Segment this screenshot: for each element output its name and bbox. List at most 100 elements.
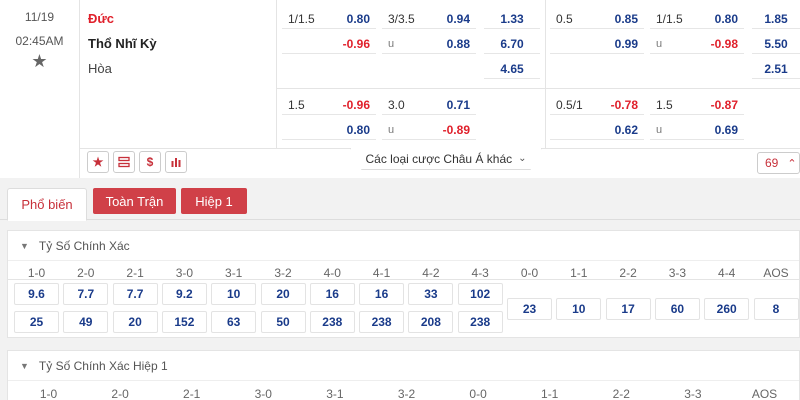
score-odd-button[interactable]: 102 <box>457 283 503 305</box>
market-tabs: Phổ biến Toàn Trận Hiệp 1 <box>0 178 800 221</box>
ou2-over-cell[interactable]: 3.0 0.71 <box>382 95 476 115</box>
score-odd-button[interactable]: 17 <box>605 298 651 320</box>
h1-x12-home-cell[interactable]: 1.85 <box>752 9 800 29</box>
list-icon[interactable] <box>113 151 135 173</box>
score-odd-button[interactable]: 23 <box>507 298 552 320</box>
match-time: 02:45AM <box>15 34 64 48</box>
h1-hcap2-home-odd: -0.78 <box>610 97 638 112</box>
x12-draw-cell[interactable]: 4.65 <box>484 59 540 79</box>
score-odd-button[interactable]: 7.7 <box>63 283 109 305</box>
h1-ou-under-odd: -0.98 <box>710 36 738 51</box>
tab-first-half[interactable]: Hiệp 1 <box>181 188 247 214</box>
hcap-away-cell[interactable]: -0.96 <box>282 34 376 54</box>
h1-hcap-away-odd: 0.99 <box>614 36 638 51</box>
ou2-under-cell[interactable]: u -0.89 <box>382 120 476 140</box>
score-header: 4-0 <box>323 266 341 280</box>
h1-ou2-over-cell[interactable]: 1.5 -0.87 <box>650 95 744 115</box>
score-odd-button[interactable]: 208 <box>408 311 454 333</box>
score-odd-button[interactable]: 60 <box>654 298 700 320</box>
score-odd-button[interactable]: 10 <box>211 283 257 305</box>
divider <box>276 0 277 148</box>
score-header: 2-2 <box>619 266 637 280</box>
h1-x12-away-cell[interactable]: 5.50 <box>752 34 800 54</box>
ou-under-cell[interactable]: u 0.88 <box>382 34 476 54</box>
score-header: 2-0 <box>111 387 129 400</box>
hcap2-away-cell[interactable]: 0.80 <box>282 120 376 140</box>
h1-ou2-under-odd: 0.69 <box>714 122 738 137</box>
score-header: 3-1 <box>225 266 243 280</box>
h1-ou-line: 1/1.5 <box>656 11 683 26</box>
score-odd-button[interactable]: 152 <box>161 311 207 333</box>
h1-hcap2-home-cell[interactable]: 0.5/1 -0.78 <box>550 95 644 115</box>
score-odd-button[interactable]: 16 <box>309 283 355 305</box>
score-header: AOS <box>751 387 778 400</box>
x12-draw-odd: 4.65 <box>500 61 524 76</box>
star-icon[interactable]: ★ <box>0 51 79 72</box>
score-header: 3-3 <box>668 266 687 280</box>
score-odd-button[interactable]: 63 <box>211 311 257 333</box>
h1-hcap2-away-cell[interactable]: 0.62 <box>550 120 644 140</box>
score-header: 3-0 <box>254 387 272 400</box>
score-odd-button[interactable]: 9.2 <box>161 283 207 305</box>
dollar-icon[interactable]: $ <box>139 151 161 173</box>
h1-ou2-line: 1.5 <box>656 97 673 112</box>
score-odd-button[interactable]: 16 <box>359 283 405 305</box>
h1-hcap-away-cell[interactable]: 0.99 <box>550 34 644 54</box>
hcap2-home-odd: -0.96 <box>342 97 370 112</box>
h1-x12-draw-odd: 2.51 <box>764 61 788 76</box>
score-odd-button[interactable]: 238 <box>359 311 405 333</box>
x12-home-cell[interactable]: 1.33 <box>484 9 540 29</box>
score-header: 0-0 <box>520 266 539 280</box>
correct-score-header[interactable]: ▼ Tỷ Số Chính Xác <box>8 231 799 261</box>
row-divider <box>276 88 800 89</box>
away-team[interactable]: Thổ Nhĩ Kỳ <box>88 34 268 59</box>
score-odd-button[interactable]: 238 <box>309 311 355 333</box>
hcap-home-odd: 0.80 <box>346 11 370 26</box>
score-odd-button[interactable]: 8 <box>753 298 799 320</box>
tab-full-match[interactable]: Toàn Trận <box>93 188 176 214</box>
score-header: 2-2 <box>612 387 630 400</box>
triangle-down-icon: ▼ <box>20 360 29 371</box>
h1-ou2-under-cell[interactable]: u 0.69 <box>650 120 744 140</box>
h1-ou-under-cell[interactable]: u -0.98 <box>650 34 744 54</box>
hcap-away-odd: -0.96 <box>342 36 370 51</box>
tab-popular[interactable]: Phổ biến <box>7 188 87 221</box>
match-actions: ★ $ <box>87 151 187 173</box>
hcap-home-cell[interactable]: 1/1.5 0.80 <box>282 9 376 29</box>
score-odd-button[interactable]: 7.7 <box>112 283 158 305</box>
correct-score-h1-title: Tỷ Số Chính Xác Hiệp 1 <box>38 358 168 373</box>
bar-chart-icon[interactable] <box>165 151 187 173</box>
correct-score-title: Tỷ Số Chính Xác <box>38 238 130 253</box>
h1-ou-under-label: u <box>656 37 663 50</box>
score-odd-button[interactable]: 33 <box>408 283 454 305</box>
ou-over-cell[interactable]: 3/3.5 0.94 <box>382 9 476 29</box>
score-odd-button[interactable]: 20 <box>112 311 158 333</box>
hcap2-home-cell[interactable]: 1.5 -0.96 <box>282 95 376 115</box>
home-team[interactable]: Đức <box>88 9 268 34</box>
favorite-star-icon[interactable]: ★ <box>87 151 109 173</box>
score-odd-button[interactable]: 238 <box>457 311 503 333</box>
h1-hcap-home-cell[interactable]: 0.5 0.85 <box>550 9 644 29</box>
ou-line: 3/3.5 <box>388 11 415 26</box>
score-header: 3-1 <box>326 387 344 400</box>
h1-ou2-under-label: u <box>656 123 663 136</box>
correct-score-h1-header[interactable]: ▼ Tỷ Số Chính Xác Hiệp 1 <box>8 351 799 381</box>
draw-label: Hòa <box>88 61 112 76</box>
score-odd-button[interactable]: 9.6 <box>14 283 59 305</box>
header-divider <box>8 279 799 280</box>
score-odd-button[interactable]: 260 <box>704 298 750 320</box>
score-odd-button[interactable]: 25 <box>14 311 59 333</box>
h1-x12-draw-cell[interactable]: 2.51 <box>752 59 800 79</box>
ou2-under-label: u <box>388 123 395 136</box>
ou-under-label: u <box>388 37 395 50</box>
score-odd-button[interactable]: 20 <box>260 283 306 305</box>
score-odd-button[interactable]: 50 <box>260 311 306 333</box>
h1-ou-over-cell[interactable]: 1/1.5 0.80 <box>650 9 744 29</box>
score-odd-button[interactable]: 49 <box>63 311 109 333</box>
score-odd-button[interactable]: 10 <box>556 298 602 320</box>
h1-hcap-home-odd: 0.85 <box>614 11 638 26</box>
market-count-button[interactable]: 69 ⌃ <box>757 152 800 174</box>
more-markets-toggle[interactable]: Các loại cược Châu Á khác ⌄ <box>350 148 542 170</box>
score-header: 4-2 <box>422 266 440 280</box>
x12-away-cell[interactable]: 6.70 <box>484 34 540 54</box>
